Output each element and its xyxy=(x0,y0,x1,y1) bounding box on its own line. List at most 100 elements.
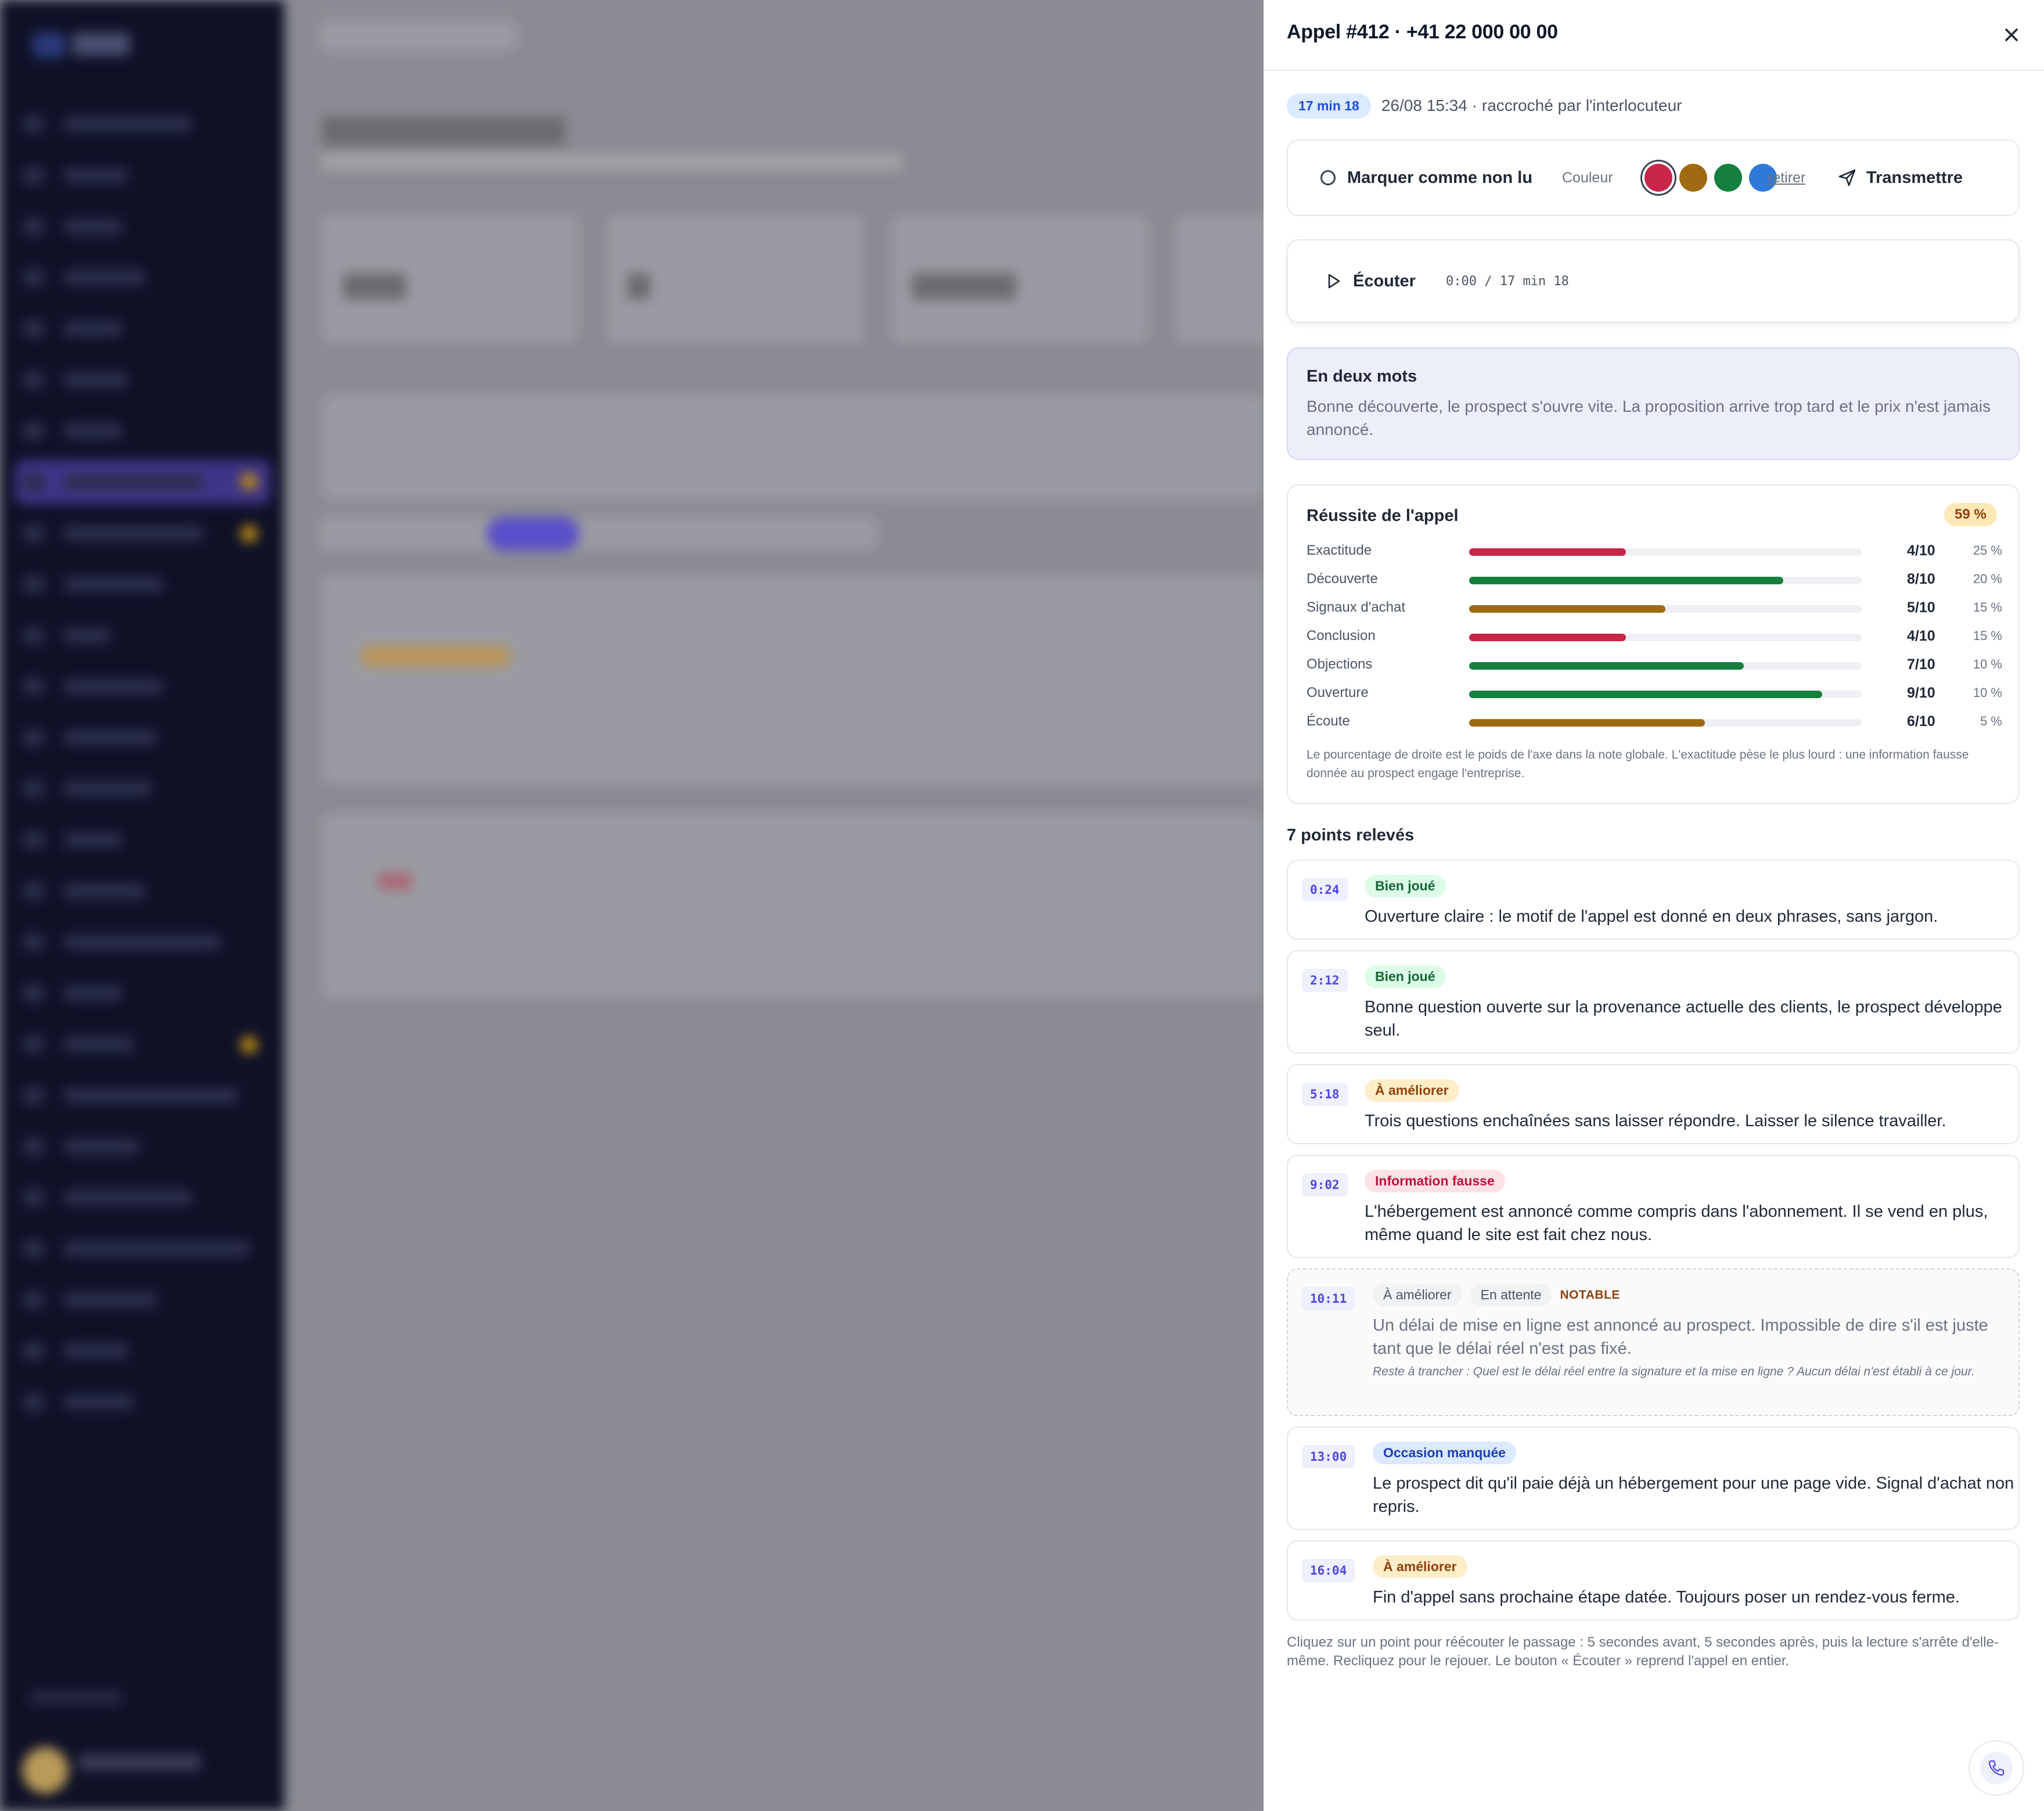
summary-title: En deux mots xyxy=(1307,367,1417,386)
axis-score: 7/10 xyxy=(1907,656,1935,673)
call-date: 26/08 15:34 xyxy=(1381,96,1467,114)
point-item[interactable]: 2:12 Bien joué Bonne question ouverte su… xyxy=(1287,950,2020,1054)
kpi-value-placeholder xyxy=(343,273,406,300)
point-item[interactable]: 5:18 À améliorer Trois questions enchaîn… xyxy=(1287,1064,2020,1144)
call-meta: 17 min 18 26/08 15:34 · raccroché par l'… xyxy=(1287,92,1682,120)
axis-weight: 10 % xyxy=(1973,657,2002,671)
sidebar-item xyxy=(23,218,122,235)
sidebar-item xyxy=(23,729,157,746)
score-bar-fill xyxy=(1469,577,1783,584)
score-bar-fill xyxy=(1469,662,1744,670)
score-bar-fill xyxy=(1469,691,1823,698)
point-item[interactable]: 16:04 À améliorer Fin d'appel sans proch… xyxy=(1287,1540,2020,1620)
call-detail-drawer: Appel #412 · +41 22 000 00 00 17 min 18 … xyxy=(1264,0,2044,1811)
axis-weight: 15 % xyxy=(1973,628,2002,643)
listen-button[interactable]: Écouter xyxy=(1324,240,1416,322)
sidebar-item xyxy=(23,1036,134,1053)
forward-label: Transmettre xyxy=(1866,168,1963,187)
listen-label: Écouter xyxy=(1353,271,1416,290)
playback-time: 0:00 / 17 min 18 xyxy=(1446,274,1569,289)
call-fab-button[interactable] xyxy=(1969,1740,2024,1796)
score-row: Écoute 6/10 5 % xyxy=(1307,710,2003,733)
circle-icon xyxy=(1320,170,1336,185)
point-timestamp: 10:11 xyxy=(1302,1287,1355,1310)
tag-pending: En attente xyxy=(1470,1284,1552,1306)
axis-label: Écoute xyxy=(1307,713,1350,729)
close-button[interactable] xyxy=(1998,21,2025,49)
sidebar-item xyxy=(23,1291,157,1309)
point-item[interactable]: 13:00 Occasion manquée Le prospect dit q… xyxy=(1287,1426,2020,1530)
sidebar-item xyxy=(23,1342,128,1360)
sidebar-item xyxy=(23,524,203,542)
sidebar-item xyxy=(23,167,128,184)
mark-unread-button[interactable]: Marquer comme non lu xyxy=(1320,141,1532,215)
score-bar-fill xyxy=(1469,548,1626,556)
sidebar-item xyxy=(23,422,122,440)
color-swatch-green[interactable] xyxy=(1714,164,1742,192)
app-name-placeholder xyxy=(72,33,130,56)
sidebar-item xyxy=(23,320,122,337)
score-note: Le pourcentage de droite est le poids de… xyxy=(1307,748,1969,780)
sidebar-item xyxy=(23,627,110,644)
send-icon xyxy=(1838,169,1856,186)
breadcrumb-placeholder xyxy=(319,21,517,51)
sidebar-item xyxy=(23,1240,250,1257)
remove-color-link[interactable]: retirer xyxy=(1768,141,1805,215)
score-total-badge: 59 % xyxy=(1944,503,1997,526)
audio-player: Écouter 0:00 / 17 min 18 xyxy=(1287,239,2020,323)
summary-card: En deux mots Bonne découverte, le prospe… xyxy=(1287,347,2020,460)
point-item[interactable]: 9:02 Information fausse L'hébergement es… xyxy=(1287,1155,2020,1258)
forward-button[interactable]: Transmettre xyxy=(1837,141,1963,215)
score-row: Conclusion 4/10 15 % xyxy=(1307,624,2003,648)
sidebar-footer-placeholder xyxy=(29,1690,122,1705)
axis-score: 4/10 xyxy=(1907,542,1935,559)
point-timestamp: 0:24 xyxy=(1302,878,1348,901)
tag-notable: NOTABLE xyxy=(1560,1288,1620,1302)
badge-dot xyxy=(240,525,258,542)
phone-icon xyxy=(1988,1760,2005,1776)
drawer-header: Appel #412 · +41 22 000 00 00 xyxy=(1264,0,2044,71)
sidebar-item xyxy=(23,984,122,1002)
badge-dot xyxy=(240,473,258,490)
axis-score: 6/10 xyxy=(1907,713,1935,730)
color-swatch-red[interactable] xyxy=(1644,164,1672,192)
score-bar-track xyxy=(1469,719,1862,727)
axis-weight: 10 % xyxy=(1973,685,2002,700)
color-label: Couleur xyxy=(1562,169,1613,186)
drawer-title: Appel #412 · +41 22 000 00 00 xyxy=(1287,21,1558,43)
score-row: Ouverture 9/10 10 % xyxy=(1307,681,2003,705)
axis-label: Ouverture xyxy=(1307,685,1369,700)
play-icon xyxy=(1328,274,1340,289)
app-logo xyxy=(33,33,65,58)
point-timestamp: 5:18 xyxy=(1302,1083,1348,1106)
axis-weight: 15 % xyxy=(1973,600,2002,615)
close-icon xyxy=(2005,28,2018,41)
tag-well-done: Bien joué xyxy=(1365,875,1446,897)
score-card: Réussite de l'appel 59 % Exactitude 4/10… xyxy=(1287,484,2020,804)
badge-dot xyxy=(240,1036,258,1054)
sidebar-item xyxy=(23,882,145,900)
color-swatch-amber[interactable] xyxy=(1679,164,1707,192)
score-bar-track xyxy=(1469,662,1862,670)
score-row: Objections 7/10 10 % xyxy=(1307,653,2003,676)
active-tab-placeholder xyxy=(487,517,580,551)
sidebar-item xyxy=(23,1393,134,1411)
point-item-pending[interactable]: 10:11 À améliorer En attente NOTABLE Un … xyxy=(1287,1269,2020,1416)
footer-hint: Cliquez sur un point pour réécouter le p… xyxy=(1287,1634,1999,1669)
score-bar-fill xyxy=(1469,634,1626,641)
score-bar-fill xyxy=(1469,605,1665,613)
sidebar-item xyxy=(23,116,192,133)
point-item[interactable]: 0:24 Bien joué Ouverture claire : le mot… xyxy=(1287,860,2020,940)
score-title: Réussite de l'appel xyxy=(1307,506,1459,525)
duration-badge: 17 min 18 xyxy=(1287,93,1371,118)
tabs-placeholder xyxy=(319,517,877,549)
sidebar-item xyxy=(23,473,203,491)
axis-label: Découverte xyxy=(1307,571,1378,587)
sidebar-item xyxy=(23,1189,192,1206)
point-text: Trois questions enchaînées sans laisser … xyxy=(1365,1112,1946,1130)
actions-bar: Marquer comme non lu Couleur retirer Tra… xyxy=(1287,139,2020,216)
point-open-question: Reste à trancher : Quel est le délai rée… xyxy=(1373,1365,1975,1378)
tag-to-improve: À améliorer xyxy=(1365,1079,1459,1102)
sidebar-item xyxy=(23,1138,139,1155)
fab-inner xyxy=(1980,1752,2013,1784)
